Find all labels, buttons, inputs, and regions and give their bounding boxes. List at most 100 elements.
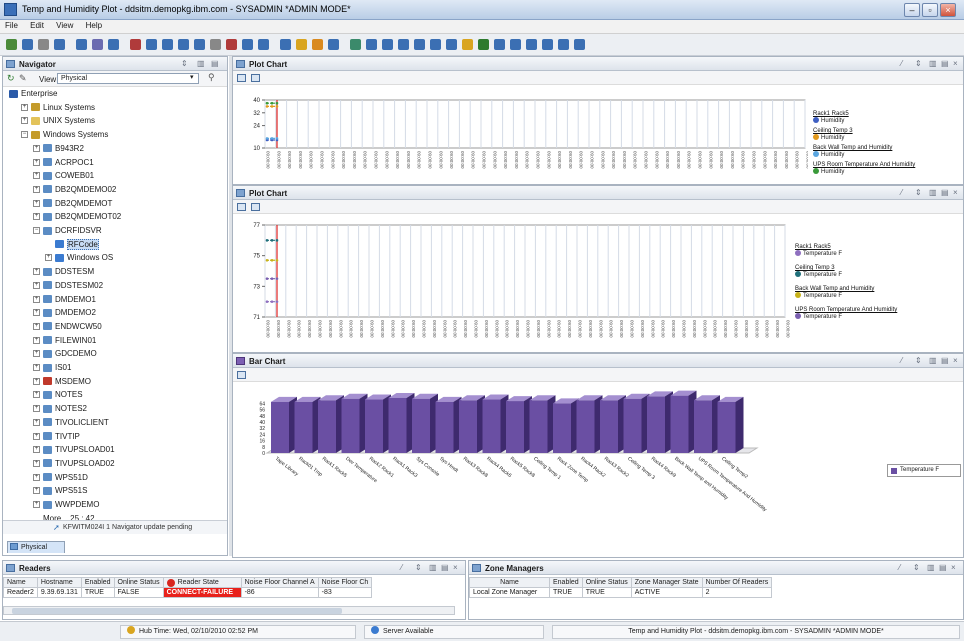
scroll-thumb[interactable]: [12, 608, 342, 614]
pin-icon[interactable]: ⇕: [415, 563, 422, 572]
tree-item[interactable]: + DB2QMDEMOT02: [33, 211, 121, 222]
tree-item[interactable]: + DDSTESM02: [33, 280, 103, 291]
edit-icon[interactable]: ⁄: [401, 563, 402, 572]
collapse-icon[interactable]: −: [33, 227, 40, 234]
toolbar-button[interactable]: [226, 39, 237, 50]
close-button[interactable]: ×: [940, 3, 956, 17]
tree-item[interactable]: − DCRFIDSVR: [33, 225, 102, 236]
save-icon[interactable]: [251, 74, 260, 82]
toolbar-button[interactable]: [92, 39, 103, 50]
expand-icon[interactable]: +: [33, 350, 40, 358]
tree-item[interactable]: + Windows OS: [45, 252, 113, 263]
pin-icon[interactable]: ⇕: [915, 59, 922, 68]
legend-item[interactable]: Rack1 Rack5 Temperature F: [795, 244, 842, 257]
edit-icon[interactable]: ⁄: [901, 356, 902, 365]
legend-item[interactable]: UPS Room Temperature And Humidity Tempera…: [795, 307, 897, 320]
expand-icon[interactable]: +: [21, 117, 28, 125]
column-header[interactable]: Online Status: [581, 577, 632, 588]
expand-icon[interactable]: +: [21, 103, 28, 111]
expand-icon[interactable]: +: [33, 295, 40, 303]
legend-item[interactable]: Back Wall Temp and Humidity Temperature F: [795, 286, 874, 299]
expand-icon[interactable]: +: [33, 213, 40, 221]
maximize-view-icon[interactable]: ▤: [941, 59, 949, 68]
expand-icon[interactable]: +: [33, 473, 40, 481]
tree-item[interactable]: − Windows Systems: [21, 129, 108, 140]
tree-item[interactable]: + WPS51S: [33, 485, 87, 496]
pin-icon[interactable]: ⇕: [915, 356, 922, 365]
maximize-view-icon[interactable]: ▤: [941, 356, 949, 365]
toolbar-button[interactable]: [280, 39, 291, 50]
expand-icon[interactable]: +: [33, 377, 40, 385]
tree-item[interactable]: + MSDEMO: [33, 376, 91, 387]
toolbar-button[interactable]: [382, 39, 393, 50]
split-icon[interactable]: ▥: [429, 563, 437, 572]
tree-item[interactable]: + DB2QMDEMOT: [33, 198, 112, 209]
minimize-button[interactable]: –: [904, 3, 920, 17]
column-header[interactable]: Name: [3, 577, 38, 588]
toolbar-button[interactable]: [22, 39, 33, 50]
toolbar-button[interactable]: [574, 39, 585, 50]
search-icon[interactable]: ⚲: [208, 72, 215, 83]
edit-icon[interactable]: ✎: [19, 73, 27, 84]
toolbar-button[interactable]: [398, 39, 409, 50]
expand-icon[interactable]: +: [33, 391, 40, 399]
close-icon[interactable]: ×: [453, 563, 458, 572]
tree-item[interactable]: + TIVOLICLIENT: [33, 417, 109, 428]
toolbar-button[interactable]: [130, 39, 141, 50]
legend-item[interactable]: UPS Room Temperature And Humidity Humidit…: [813, 162, 915, 175]
tree-item[interactable]: + DB2QMDEMO02: [33, 184, 116, 195]
split-icon[interactable]: ▥: [927, 563, 935, 572]
expand-icon[interactable]: +: [33, 281, 40, 289]
column-header[interactable]: Enabled: [80, 577, 115, 588]
toolbar-button[interactable]: [494, 39, 505, 50]
close-icon[interactable]: ×: [953, 188, 958, 197]
tree-item[interactable]: + NOTES: [33, 389, 83, 400]
legend-item[interactable]: Ceiling Temp 3 Temperature F: [795, 265, 842, 278]
horizontal-scrollbar[interactable]: [3, 606, 455, 615]
expand-icon[interactable]: +: [33, 459, 40, 467]
close-icon[interactable]: ×: [953, 356, 958, 365]
toolbar-button[interactable]: [242, 39, 253, 50]
expand-icon[interactable]: +: [45, 254, 52, 262]
column-header[interactable]: Noise Floor Channel A: [240, 577, 319, 588]
maximize-button[interactable]: ▫: [922, 3, 938, 17]
expand-icon[interactable]: +: [33, 309, 40, 317]
column-header[interactable]: Hostname: [36, 577, 82, 588]
split-icon[interactable]: ▥: [929, 188, 937, 197]
properties-icon[interactable]: [237, 371, 246, 379]
save-icon[interactable]: [251, 203, 260, 211]
edit-icon[interactable]: ⁄: [901, 59, 902, 68]
edit-icon[interactable]: ⁄: [899, 563, 900, 572]
expand-icon[interactable]: +: [33, 432, 40, 440]
tree-item[interactable]: + B943R2: [33, 143, 84, 154]
pin-icon[interactable]: ⇕: [913, 563, 920, 572]
toolbar-button[interactable]: [76, 39, 87, 50]
tree-item[interactable]: + FILEWIN01: [33, 335, 96, 346]
tree-item[interactable]: + Linux Systems: [21, 102, 95, 113]
toolbar-button[interactable]: [526, 39, 537, 50]
toolbar-button[interactable]: [210, 39, 221, 50]
toolbar-button[interactable]: [542, 39, 553, 50]
expand-icon[interactable]: +: [33, 487, 40, 495]
toolbar-button[interactable]: [194, 39, 205, 50]
tree-item[interactable]: + GDCDEMO: [33, 348, 97, 359]
maximize-view-icon[interactable]: ▤: [211, 59, 219, 68]
column-header[interactable]: Reader State: [162, 577, 242, 588]
close-icon[interactable]: ×: [951, 563, 956, 572]
tree-item[interactable]: + DMDEMO1: [33, 294, 96, 305]
toolbar-button[interactable]: [478, 39, 489, 50]
toolbar-button[interactable]: [446, 39, 457, 50]
tree-item[interactable]: + TIVTIP: [33, 431, 80, 442]
toolbar-button[interactable]: [414, 39, 425, 50]
column-header[interactable]: Noise Floor Ch: [317, 577, 373, 588]
collapse-icon[interactable]: −: [21, 131, 28, 139]
expand-icon[interactable]: +: [33, 501, 40, 508]
legend-item[interactable]: Back Wall Temp and Humidity Humidity: [813, 145, 892, 158]
tree-item[interactable]: + ENDWCW50: [33, 321, 102, 332]
expand-icon[interactable]: +: [33, 268, 40, 276]
expand-icon[interactable]: +: [33, 144, 40, 152]
split-icon[interactable]: ▥: [929, 59, 937, 68]
edit-icon[interactable]: ⁄: [901, 188, 902, 197]
toolbar-button[interactable]: [108, 39, 119, 50]
toolbar-button[interactable]: [54, 39, 65, 50]
